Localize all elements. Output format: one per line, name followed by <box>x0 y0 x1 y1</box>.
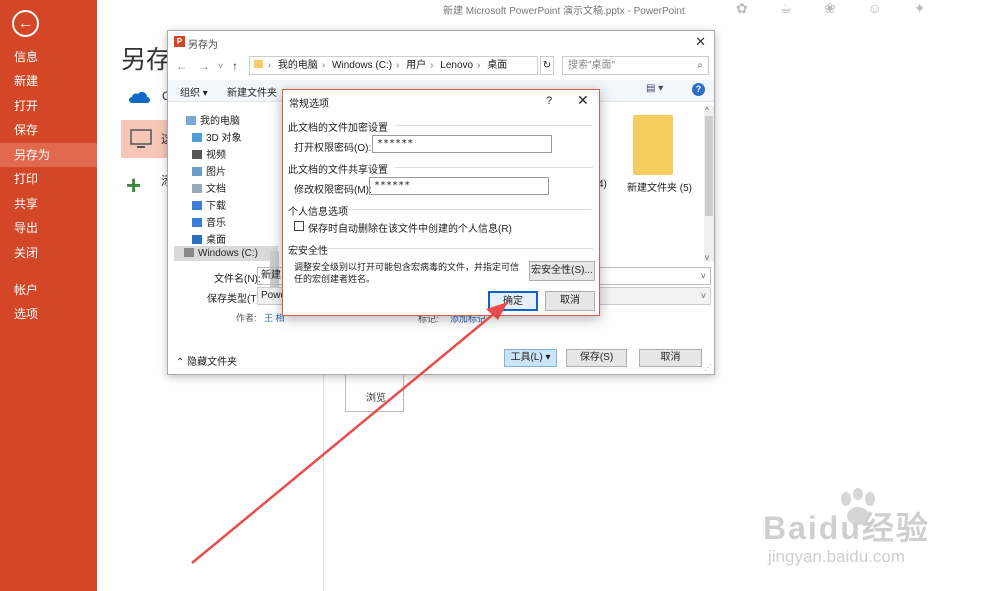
filename-label: 文件名(N): <box>214 274 261 285</box>
close-icon[interactable]: ✕ <box>695 34 706 50</box>
breadcrumb-item[interactable]: Lenovo <box>440 60 473 71</box>
breadcrumb-item[interactable]: 我的电脑 <box>278 60 318 71</box>
general-options-dialog: 常规选项 ? ✕ 此文档的文件加密设置 打开权限密码(O): ****** 此文… <box>282 89 600 316</box>
organize-button[interactable]: 组织 ▾ <box>180 84 208 99</box>
breadcrumb-item[interactable]: Windows (C:) <box>332 60 392 71</box>
search-icon: ⌕ <box>697 60 703 71</box>
up-arrow-icon[interactable]: ↑ <box>232 59 238 73</box>
document-icon <box>192 184 202 193</box>
share-section-heading: 此文档的文件共享设置 <box>288 165 388 176</box>
breadcrumb-item[interactable]: 桌面 <box>487 60 507 71</box>
baidu-watermark: Baidu经验 jingyan.baidu.com <box>760 485 995 575</box>
chevron-down-icon[interactable]: v <box>705 253 709 262</box>
search-input[interactable]: 搜索"桌面" ⌕ <box>562 56 709 75</box>
macro-security-button[interactable]: 宏安全性(S)... <box>529 261 595 281</box>
cancel-button[interactable]: 取消 <box>545 291 595 311</box>
arrow-left-icon[interactable]: ← <box>12 10 39 37</box>
chevron-up-icon: ⌃ <box>176 357 185 368</box>
modify-password-label: 修改权限密码(M): <box>294 185 372 196</box>
save-button[interactable]: 保存(S) <box>566 349 627 367</box>
chevron-up-icon[interactable]: ^ <box>705 106 709 115</box>
picture-icon <box>192 167 202 176</box>
watermark-logo: Baidu经验 <box>763 510 930 546</box>
file-scrollbar[interactable]: ^ v <box>704 106 714 262</box>
chevron-down-icon[interactable]: ˅ <box>218 61 223 71</box>
backstage-sidebar: ← 信息 新建 打开 保存 另存为 打印 共享 导出 关闭 帐户 选项 <box>0 0 97 591</box>
tree-item-downloads[interactable]: 下载 <box>192 197 226 212</box>
powerpoint-icon: P <box>174 36 185 47</box>
open-password-input[interactable]: ****** <box>372 135 552 153</box>
cancel-button[interactable]: 取消 <box>639 349 702 367</box>
help-icon[interactable]: ? <box>546 95 552 107</box>
privacy-section-heading: 个人信息选项 <box>288 207 348 218</box>
filetype-label: 保存类型(T): <box>207 294 263 305</box>
back-arrow-icon[interactable]: ← <box>176 59 188 73</box>
breadcrumb-item[interactable]: 用户 <box>406 60 426 71</box>
dialog-title: 另存为 <box>188 40 218 51</box>
nav-account[interactable]: 帐户 <box>0 278 97 302</box>
encrypt-section-heading: 此文档的文件加密设置 <box>288 123 388 134</box>
computer-icon <box>186 116 196 125</box>
new-folder-button[interactable]: 新建文件夹 <box>227 84 277 99</box>
watermark-url: jingyan.baidu.com <box>768 547 906 566</box>
author-label: 作者: <box>236 313 257 323</box>
onedrive-cloud-icon[interactable] <box>126 88 150 104</box>
remove-personal-info-label[interactable]: 保存时自动删除在该文件中创建的个人信息(R) <box>308 220 512 235</box>
nav-print[interactable]: 打印 <box>0 167 97 191</box>
nav-open[interactable]: 打开 <box>0 94 97 118</box>
remove-personal-info-checkbox[interactable] <box>294 221 304 231</box>
chevron-down-icon[interactable]: ˅ <box>701 288 706 304</box>
dialog-title: 常规选项 <box>289 99 329 110</box>
address-bar[interactable]: › 我的电脑 › Windows (C:) › 用户 › Lenovo › 桌面 <box>249 56 538 75</box>
ok-button[interactable]: 确定 <box>488 291 538 311</box>
hide-folders-toggle[interactable]: ⌃ 隐藏文件夹 <box>176 353 237 368</box>
desktop-icon <box>192 235 202 244</box>
music-icon <box>192 218 202 227</box>
tools-button[interactable]: 工具(L) ▾ <box>504 349 557 367</box>
modify-password-input[interactable]: ****** <box>369 177 549 195</box>
cube-icon <box>192 133 202 142</box>
tree-item-videos[interactable]: 视频 <box>192 146 226 161</box>
nav-options[interactable]: 选项 <box>0 302 97 326</box>
nav-save[interactable]: 保存 <box>0 118 97 142</box>
view-options-icon[interactable]: ▤ ▾ <box>646 83 663 94</box>
chevron-down-icon[interactable]: ˅ <box>701 268 706 284</box>
nav-save-as[interactable]: 另存为 <box>0 143 97 167</box>
tree-item-pictures[interactable]: 图片 <box>192 163 226 178</box>
folder-icon <box>254 60 263 68</box>
tree-item-windows-c[interactable]: Windows (C:) <box>174 246 278 261</box>
folder-label[interactable]: 新建文件夹 (5) <box>627 179 692 194</box>
nav-new[interactable]: 新建 <box>0 69 97 93</box>
tree-item-desktop[interactable]: 桌面 <box>192 231 226 246</box>
forward-arrow-icon[interactable]: → <box>198 59 210 73</box>
tree-item-music[interactable]: 音乐 <box>192 214 226 229</box>
search-placeholder: 搜索"桌面" <box>568 60 616 71</box>
download-icon <box>192 201 202 210</box>
divider <box>323 370 324 591</box>
help-icon[interactable]: ? <box>692 83 705 96</box>
dialog-titlebar: P 另存为 ✕ <box>168 31 714 53</box>
close-icon[interactable]: ✕ <box>577 92 589 109</box>
nav-close[interactable]: 关闭 <box>0 241 97 265</box>
nav-share[interactable]: 共享 <box>0 192 97 216</box>
nav-export[interactable]: 导出 <box>0 216 97 240</box>
browse-label[interactable]: 浏览 <box>366 389 386 404</box>
tree-item-this-pc[interactable]: 我的电脑 <box>186 112 240 127</box>
macro-description: 调整安全级别以打开可能包含宏病毒的文件，并指定可信任的宏创建者姓名。 <box>294 262 520 284</box>
tree-item-3d-objects[interactable]: 3D 对象 <box>192 129 242 144</box>
open-password-label: 打开权限密码(O): <box>294 143 372 154</box>
window-title: 新建 Microsoft PowerPoint 演示文稿.pptx - Powe… <box>443 6 685 17</box>
tree-item-documents[interactable]: 文档 <box>192 180 226 195</box>
decorative-doodles: ✿ ☕ ❀ ☺ ✦ <box>736 0 940 16</box>
macro-section-heading: 宏安全性 <box>288 246 328 257</box>
plus-icon[interactable]: + <box>126 170 141 201</box>
refresh-icon[interactable]: ↻ <box>540 56 554 75</box>
video-icon <box>192 150 202 159</box>
resize-grip-icon[interactable]: ⋰ <box>704 363 712 372</box>
navigation-tree: 我的电脑 3D 对象 视频 图片 文档 下载 音乐 桌面 Windows (C:… <box>168 106 280 295</box>
drive-icon <box>184 248 194 257</box>
nav-info[interactable]: 信息 <box>0 45 97 69</box>
folder-icon[interactable] <box>633 115 673 175</box>
